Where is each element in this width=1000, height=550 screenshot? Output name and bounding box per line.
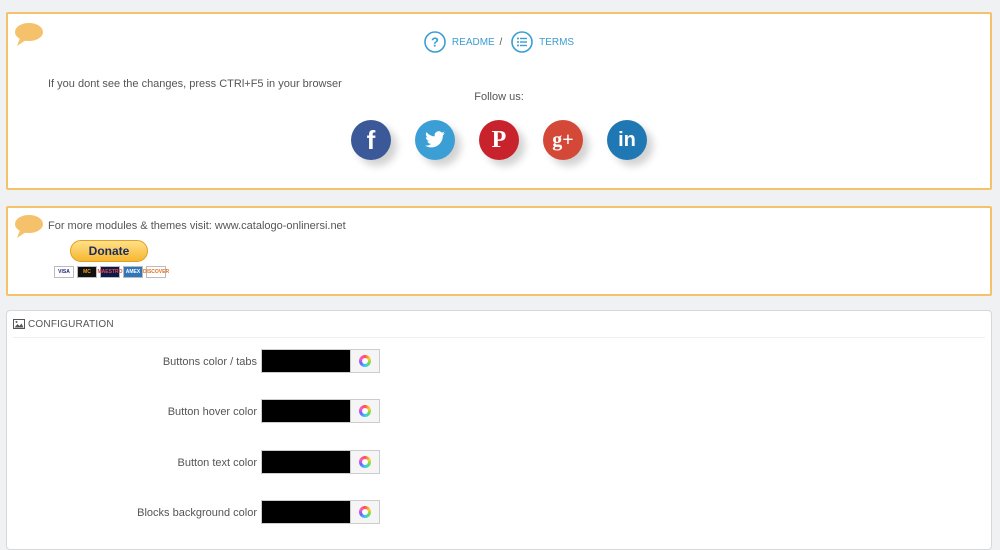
payment-cards: VISA MC MAESTRO AMEX DISCOVER [54,266,169,278]
field-label: Buttons color / tabs [162,356,257,368]
color-picker-button[interactable] [350,349,380,373]
config-row-button-text-color: Button text color [7,450,407,476]
help-icon: ? [424,31,446,53]
color-wheel-icon [359,405,371,417]
panel-heading: CONFIGURATION [13,311,985,338]
readme-link[interactable]: ? README [424,31,495,53]
facebook-icon: f [366,124,376,155]
twitter-icon [425,131,445,148]
amex-card-icon: AMEX [123,266,143,278]
configuration-panel: CONFIGURATION Buttons color / tabs Butto… [6,310,992,550]
color-value-input[interactable] [261,349,351,373]
linkedin-icon: in [618,128,636,151]
color-value-input[interactable] [261,399,351,423]
field-label: Blocks background color [137,507,257,519]
color-picker-button[interactable] [350,500,380,524]
svg-text:?: ? [431,35,439,50]
color-wheel-icon [359,355,371,367]
promo-panel: For more modules & themes visit: www.cat… [6,206,992,296]
field-label: Button hover color [167,406,257,418]
twitter-button[interactable] [415,120,455,160]
speech-bubble-icon [15,215,43,238]
refresh-note: If you dont see the changes, press CTRl+… [48,78,342,90]
donate-button[interactable]: Donate [70,240,148,262]
discover-card-icon: DISCOVER [143,266,169,278]
readme-label: README [451,36,495,48]
social-links: f P g+ in [8,120,990,160]
maestro-card-icon: MAESTRO [98,266,123,278]
linkedin-button[interactable]: in [607,120,647,160]
google-plus-button[interactable]: g+ [543,120,583,160]
color-value-input[interactable] [261,500,351,524]
modules-visit-text: For more modules & themes visit: www.cat… [48,220,346,232]
color-value-input[interactable] [261,450,351,474]
config-row-blocks-background-color: Blocks background color [7,500,407,526]
mastercard-icon: MC [77,266,97,278]
color-wheel-icon [359,456,371,468]
info-panel: ? README / TERMS If you dont see the cha… [6,12,992,190]
pinterest-icon: P [491,126,507,153]
color-wheel-icon [359,506,371,518]
image-icon [13,319,25,329]
header-links: ? README / TERMS [8,31,990,53]
pinterest-button[interactable]: P [479,120,519,160]
list-icon [511,31,533,53]
color-picker-button[interactable] [350,399,380,423]
terms-label: TERMS [539,36,575,48]
visa-card-icon: VISA [54,266,74,278]
config-row-buttons-color: Buttons color / tabs [7,349,407,375]
terms-link[interactable]: TERMS [511,31,574,53]
color-picker-button[interactable] [350,450,380,474]
config-row-button-hover-color: Button hover color [7,399,407,425]
facebook-button[interactable]: f [351,120,391,160]
follow-us-label: Follow us: [474,91,524,103]
google-plus-icon: g+ [552,128,574,151]
field-label: Button text color [177,457,258,469]
panel-title: CONFIGURATION [28,318,114,330]
link-separator: / [499,36,503,48]
